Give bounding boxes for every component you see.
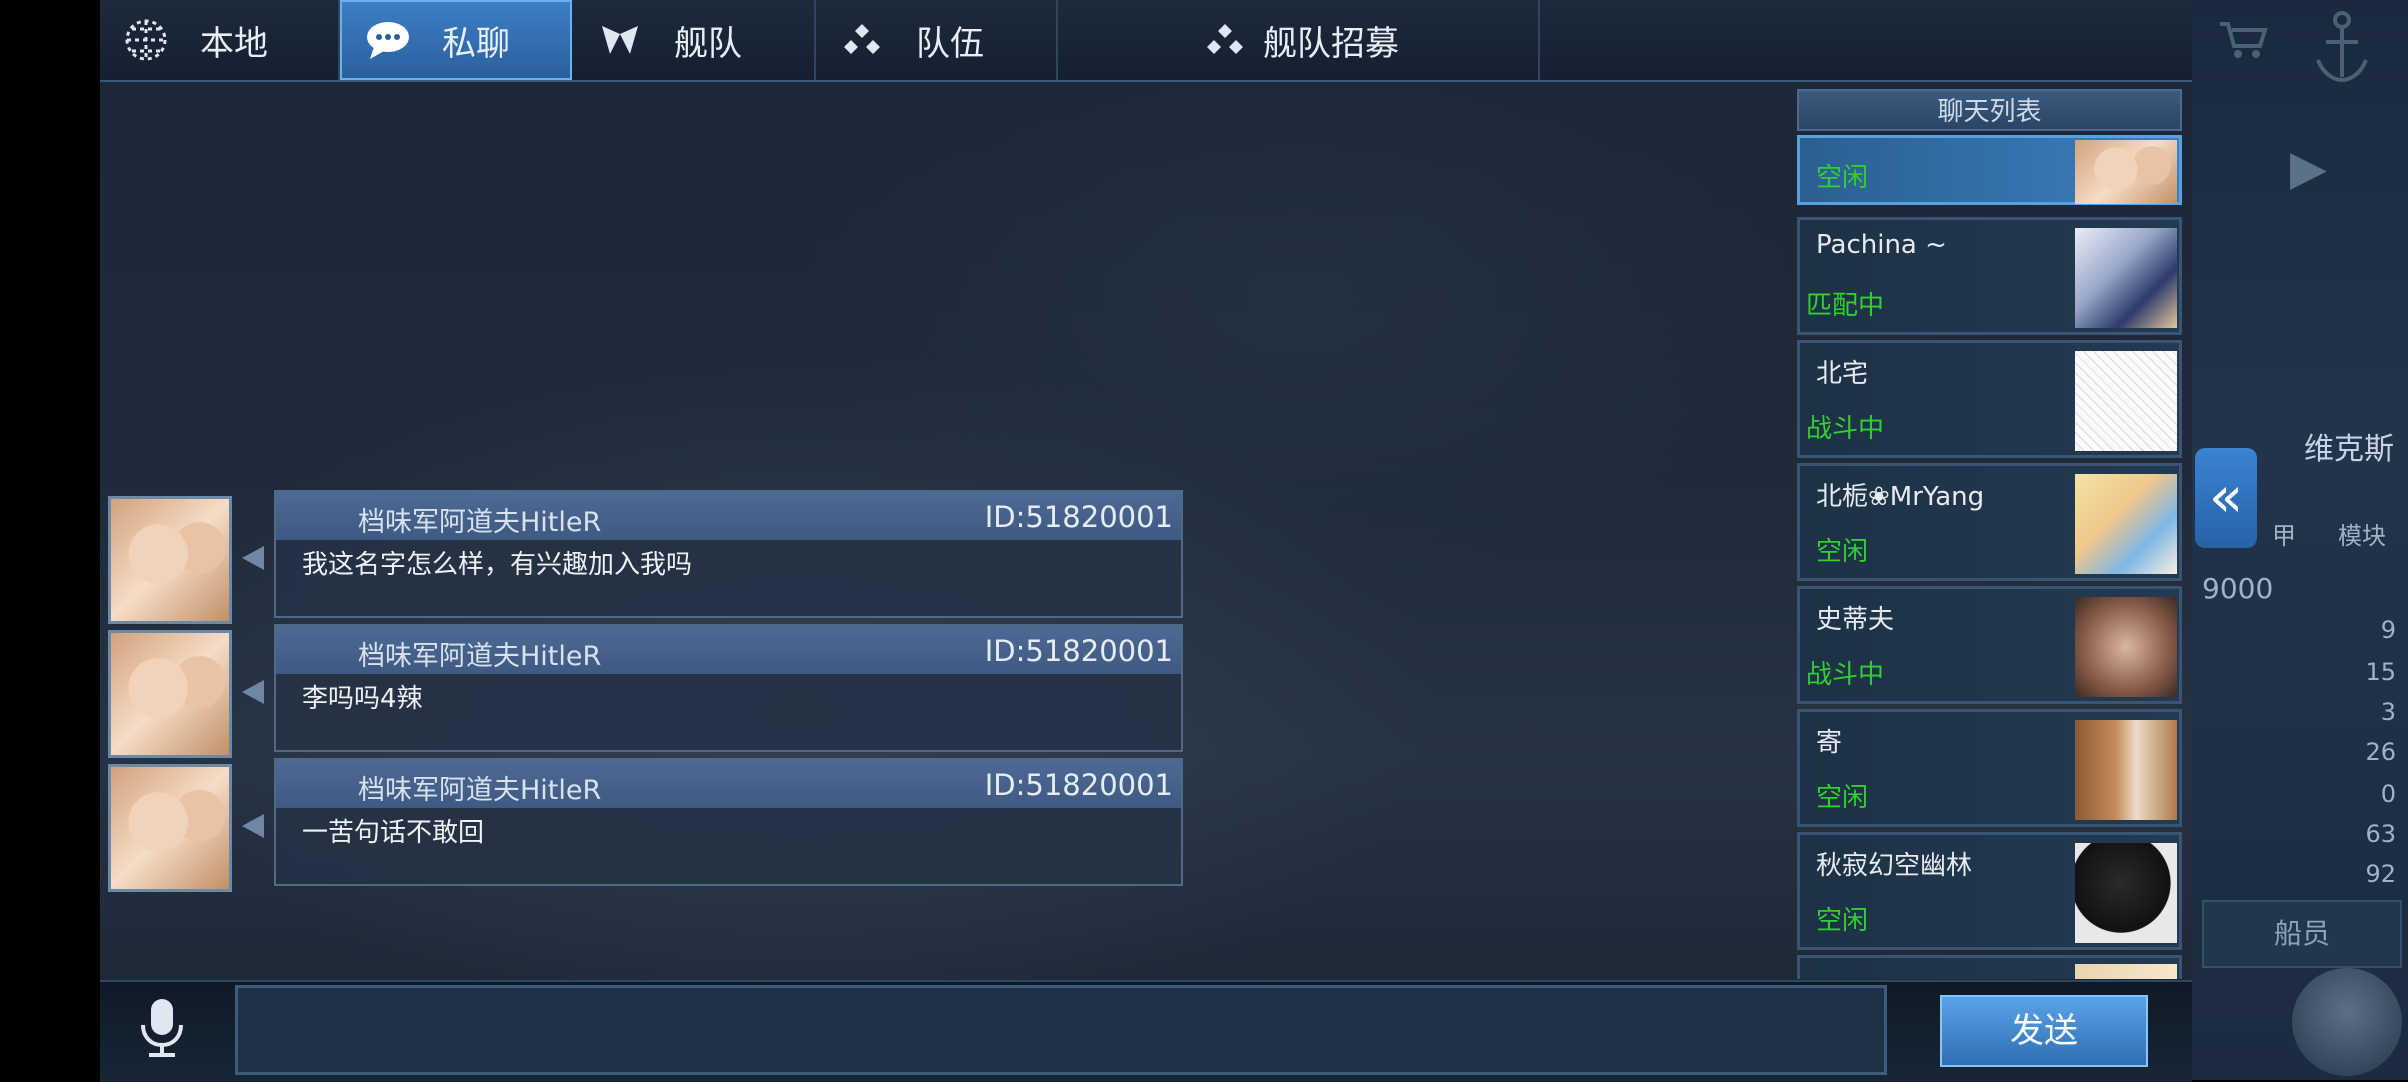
shop-cart-icon[interactable] bbox=[2218, 20, 2268, 60]
contact-name: 史蒂夫 bbox=[1816, 605, 1895, 635]
tab-team-label: 队伍 bbox=[916, 23, 984, 64]
chat-list-item[interactable]: 秋寂幻空幽林 空闲 bbox=[1797, 832, 2182, 950]
tab-fleet-label: 舰队 bbox=[674, 23, 742, 64]
chat-list-item[interactable]: Pachina ~ 匹配中 bbox=[1797, 217, 2182, 335]
tab-fleet[interactable]: 舰队 bbox=[574, 0, 816, 80]
next-arrow-icon[interactable]: ▶ bbox=[2290, 140, 2330, 200]
double-chevron-left-icon: « bbox=[2208, 465, 2244, 530]
contact-status: 匹配中 bbox=[1806, 291, 1885, 321]
contact-name: 北宅 bbox=[1816, 359, 1869, 389]
contact-avatar bbox=[2075, 140, 2177, 204]
chat-list[interactable]: 聊天列表 空闲 Pachina ~ 匹配中 北宅 战斗中 北栀❀MrYang 空… bbox=[1797, 89, 2182, 979]
contact-status: 战斗中 bbox=[1806, 414, 1885, 444]
message-item: 档味军阿道夫HitleR ID:51820001 我这名字怎么样，有兴趣加入我吗 bbox=[108, 490, 1193, 624]
microphone-icon bbox=[135, 997, 189, 1063]
tab-private[interactable]: 私聊 bbox=[340, 0, 572, 80]
message-bubble: 档味军阿道夫HitleR ID:51820001 一苦句话不敢回 bbox=[274, 758, 1183, 886]
team-icon bbox=[834, 12, 890, 68]
send-button[interactable]: 发送 bbox=[1940, 995, 2148, 1067]
sender-id: ID:51820001 bbox=[984, 500, 1173, 534]
crew-button[interactable]: 船员 bbox=[2202, 900, 2402, 968]
contact-status: 空闲 bbox=[1816, 163, 1869, 193]
sender-name[interactable]: 档味军阿道夫HitleR bbox=[358, 634, 601, 673]
contact-avatar bbox=[2075, 964, 2177, 979]
fleet-icon bbox=[592, 12, 648, 68]
tab-fleet-recruit-label: 舰队招募 bbox=[1263, 23, 1399, 64]
contact-name: 北栀❀MrYang bbox=[1816, 482, 1985, 512]
message-header: 档味军阿道夫HitleR ID:51820001 bbox=[276, 492, 1181, 540]
armor-label: 甲 bbox=[2272, 522, 2296, 550]
message-bubble: 档味军阿道夫HitleR ID:51820001 我这名字怎么样，有兴趣加入我吗 bbox=[274, 490, 1183, 618]
collapse-panel-button[interactable]: « bbox=[2195, 448, 2257, 548]
bubble-pointer bbox=[242, 814, 264, 838]
message-header: 档味军阿道夫HitleR ID:51820001 bbox=[276, 626, 1181, 674]
message-text: 李吗吗4辣 bbox=[302, 684, 423, 714]
sender-avatar[interactable] bbox=[108, 630, 232, 758]
stat-7: 92 bbox=[2365, 860, 2396, 888]
bubble-pointer bbox=[242, 546, 264, 570]
stat-2: 15 bbox=[2365, 658, 2396, 686]
stat-4: 26 bbox=[2365, 738, 2396, 766]
chat-list-item[interactable]: 寄 空闲 bbox=[1797, 709, 2182, 827]
contact-status: 空闲 bbox=[1816, 906, 1869, 936]
chat-message-input[interactable] bbox=[235, 985, 1887, 1075]
sender-name[interactable]: 档味军阿道夫HitleR bbox=[358, 768, 601, 807]
chat-list-item[interactable]: 北宅 战斗中 bbox=[1797, 340, 2182, 458]
contact-avatar bbox=[2075, 720, 2177, 820]
recruit-icon bbox=[1197, 12, 1253, 68]
anchor-icon[interactable] bbox=[2312, 8, 2372, 88]
captain-avatar[interactable] bbox=[2292, 968, 2402, 1076]
contact-avatar bbox=[2075, 351, 2177, 451]
chat-bubble-icon bbox=[360, 12, 416, 68]
globe-icon bbox=[118, 12, 174, 68]
contact-name: 秋寂幻空幽林 bbox=[1816, 851, 1973, 881]
ship-name-partial: 维克斯 bbox=[2304, 432, 2394, 467]
tab-private-label: 私聊 bbox=[442, 23, 510, 64]
message-bubble: 档味军阿道夫HitleR ID:51820001 李吗吗4辣 bbox=[274, 624, 1183, 752]
contact-status: 战斗中 bbox=[1806, 660, 1885, 690]
message-item: 档味军阿道夫HitleR ID:51820001 李吗吗4辣 bbox=[108, 624, 1193, 758]
chat-list-title: 聊天列表 bbox=[1797, 89, 2182, 131]
chat-list-item[interactable]: 史蒂夫 战斗中 bbox=[1797, 586, 2182, 704]
tab-team[interactable]: 队伍 bbox=[816, 0, 1058, 80]
sender-id: ID:51820001 bbox=[984, 768, 1173, 802]
chat-list-item[interactable]: 北栀❀MrYang 空闲 bbox=[1797, 463, 2182, 581]
contact-name: 寄 bbox=[1816, 728, 1843, 758]
contact-name: Pachina ~ bbox=[1816, 230, 1947, 260]
tab-fleet-recruit[interactable]: 舰队招募 bbox=[1058, 0, 1540, 80]
contact-avatar bbox=[2075, 474, 2177, 574]
contact-avatar bbox=[2075, 228, 2177, 328]
stat-5: 0 bbox=[2380, 780, 2396, 808]
bubble-pointer bbox=[242, 680, 264, 704]
message-item: 档味军阿道夫HitleR ID:51820001 一苦句话不敢回 bbox=[108, 758, 1193, 892]
stat-1: 9 bbox=[2380, 616, 2396, 644]
message-text: 一苦句话不敢回 bbox=[302, 818, 485, 848]
contact-status: 空闲 bbox=[1816, 783, 1869, 813]
stat-3: 3 bbox=[2380, 698, 2396, 726]
message-header: 档味军阿道夫HitleR ID:51820001 bbox=[276, 760, 1181, 808]
contact-status: 空闲 bbox=[1816, 537, 1869, 567]
sender-id: ID:51820001 bbox=[984, 634, 1173, 668]
contact-avatar bbox=[2075, 843, 2177, 943]
sender-avatar[interactable] bbox=[108, 764, 232, 892]
chat-list-item[interactable]: 空闲 bbox=[1797, 135, 2182, 205]
sender-avatar[interactable] bbox=[108, 496, 232, 624]
chat-list-item[interactable] bbox=[1797, 955, 2182, 979]
power-value: 9000 bbox=[2202, 572, 2274, 605]
tab-local-label: 本地 bbox=[200, 23, 268, 64]
message-text: 我这名字怎么样，有兴趣加入我吗 bbox=[302, 550, 693, 580]
module-label: 模块 bbox=[2338, 522, 2386, 550]
tab-local[interactable]: 本地 bbox=[100, 0, 340, 80]
contact-avatar bbox=[2075, 597, 2177, 697]
voice-input-button[interactable] bbox=[112, 992, 212, 1068]
sender-name[interactable]: 档味军阿道夫HitleR bbox=[358, 500, 601, 539]
stat-6: 63 bbox=[2365, 820, 2396, 848]
